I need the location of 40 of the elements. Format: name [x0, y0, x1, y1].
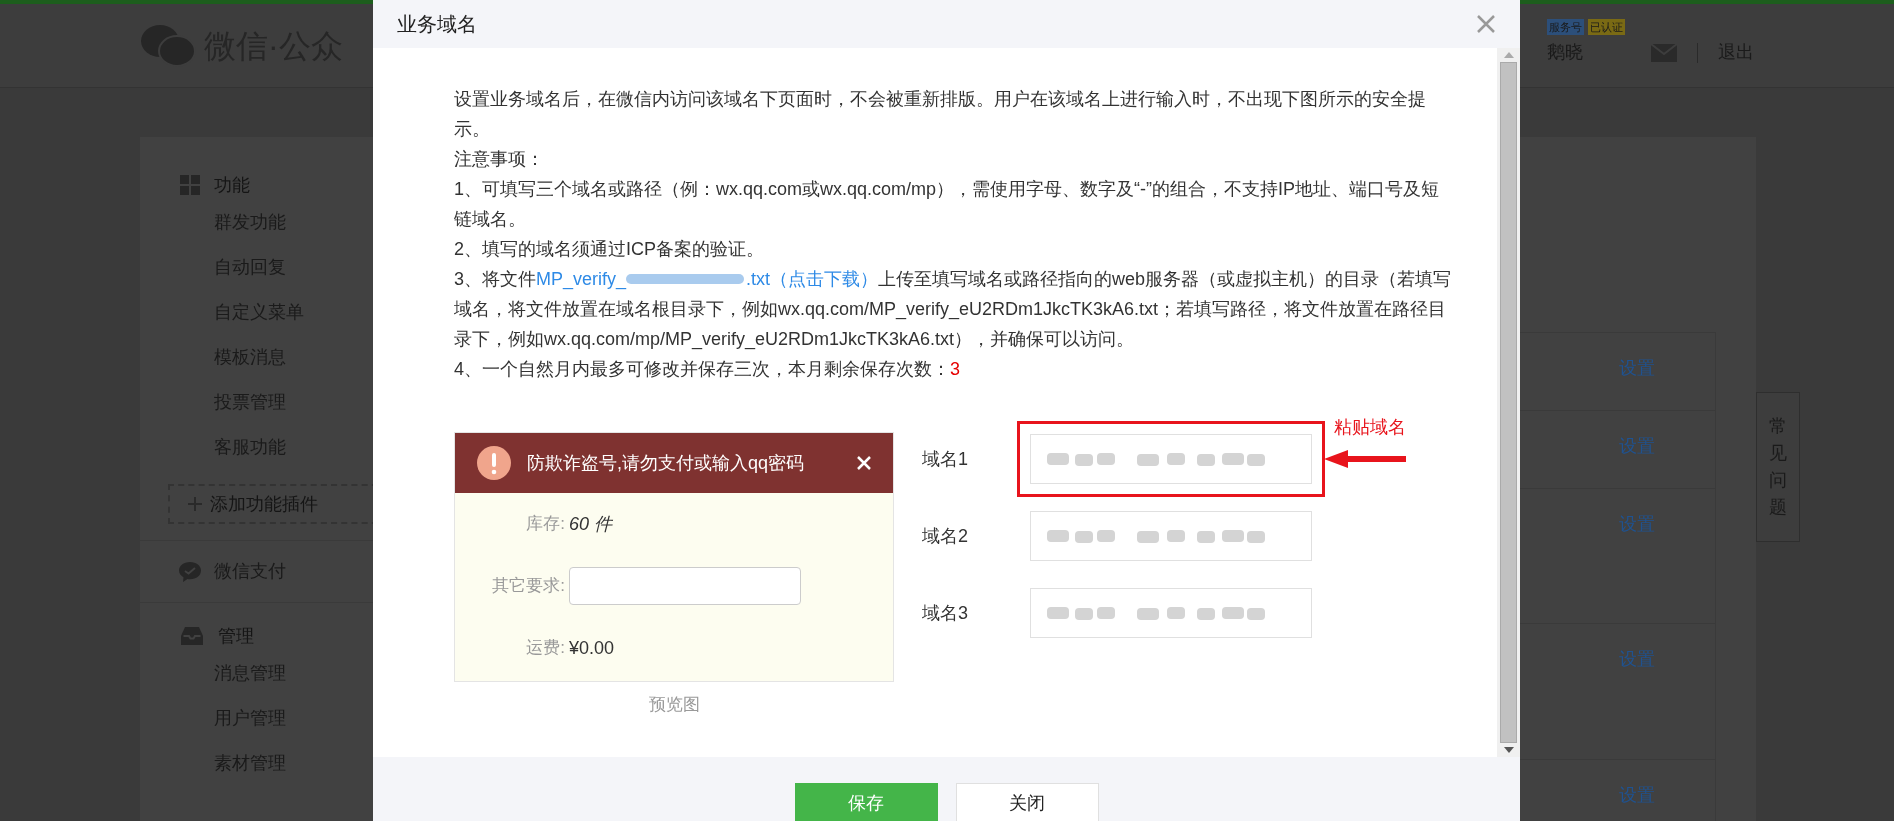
field-value: ¥0.00 [569, 636, 615, 660]
remaining-count: 3 [950, 359, 961, 379]
save-button[interactable]: 保存 [794, 783, 938, 821]
domain-label: 域名1 [922, 447, 969, 471]
field-label: 运费: [525, 637, 565, 660]
preview-caption: 预览图 [648, 694, 700, 716]
grid-icon [180, 175, 200, 195]
inbox-icon [180, 626, 204, 646]
settings-link[interactable]: 设置 [1619, 510, 1655, 535]
notice-text: 3、将文件MP_verify_ .txt（点击下载）上传至填写域名或路径指向的web服务器（或虚拟主机）的目录（若填写域名，将文件放置在域名根目录下，例如wx.qq.com/MP_verify_eU2RDm1JkcTK3kA6.txt；若填写路径，将文件放置在路径目录下，例如wx.qq.com/mp/MP_verify_eU2RDm1JkcTK3kA6.txt），并确保可以访问。 [454, 264, 1454, 354]
domain-input-field[interactable] [1030, 511, 1312, 561]
field-label: 库存: [525, 513, 565, 536]
dialog-title: 业务域名 [397, 12, 477, 37]
notice-text: 设置业务域名后，在微信内访问该域名下页面时，不会被重新排版。用户在该域名上进行输入时，不出现下图所示的安全提示。 [454, 88, 1427, 141]
close-button[interactable]: 关闭 [955, 783, 1099, 821]
domain-label: 域名2 [922, 524, 969, 548]
field-label: 其它要求: [491, 575, 565, 598]
settings-link[interactable]: 设置 [1619, 355, 1655, 379]
scroll-up-icon[interactable] [1503, 52, 1514, 58]
notice-text: 2、填写的域名须通过ICP备案的验证。 [454, 238, 766, 261]
settings-link[interactable]: 设置 [1619, 782, 1655, 807]
settings-link[interactable]: 设置 [1619, 432, 1655, 457]
chat-check-icon [178, 560, 202, 583]
domain-input-field[interactable] [1030, 588, 1312, 638]
warning-text: 防欺诈盗号,请勿支付或输入qq密码 [527, 451, 806, 475]
settings-link[interactable]: 设置 [1619, 646, 1655, 671]
domain-label: 域名3 [922, 601, 969, 625]
scrollbar[interactable] [1497, 48, 1520, 757]
notice-text: 1、可填写三个域名或路径（例：wx.qq.com或wx.qq.com/mp），需使用字母、数字及“-”的组合，不支持IP地址、端口号及短链域名。 [454, 178, 1441, 231]
scroll-down-icon[interactable] [1503, 747, 1514, 753]
field-value: 60 件 [569, 512, 613, 536]
annotation-text: 粘贴域名 [1334, 415, 1406, 439]
download-link[interactable]: MP_verify_ .txt（点击下载） [536, 264, 879, 294]
status-badge: 服务号 [1547, 18, 1584, 36]
notice-text: 注意事项： [454, 148, 545, 171]
exclamation-icon [477, 446, 511, 480]
status-badge: 已认证 [1588, 18, 1625, 36]
domain-input-field[interactable] [1030, 434, 1312, 484]
input-field[interactable] [569, 567, 801, 605]
notice-text: 4、一个自然月内最多可修改并保存三次，本月剩余保存次数：3 [454, 358, 962, 381]
